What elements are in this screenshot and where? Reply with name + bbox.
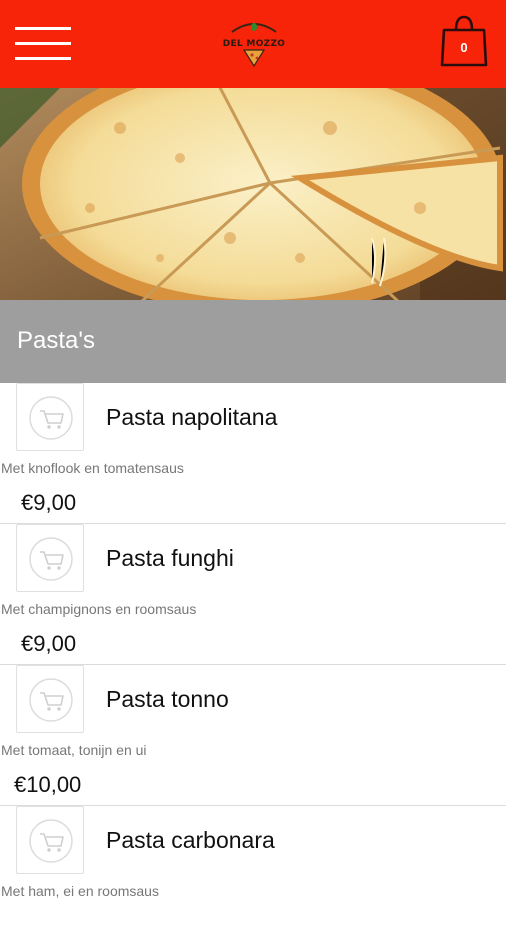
cart-thumbnail-icon[interactable] — [16, 665, 84, 733]
item-description: Met ham, ei en roomsaus — [1, 883, 159, 899]
item-description: Met champignons en roomsaus — [1, 601, 197, 617]
item-name: Pasta carbonara — [106, 827, 275, 853]
cart-thumbnail-icon[interactable] — [16, 383, 84, 451]
menu-item[interactable]: Pasta tonno Met tomaat, tonijn en ui €10… — [0, 665, 506, 806]
cart-thumbnail-icon[interactable] — [16, 524, 84, 592]
top-app-bar: DEL MOZZO 0 — [0, 0, 506, 88]
shopping-bag-icon[interactable]: 0 — [439, 14, 489, 70]
category-header: Pasta's — [0, 300, 506, 383]
item-name: Pasta funghi — [106, 545, 234, 571]
category-title: Pasta's — [17, 327, 95, 354]
item-price: €10,00 — [14, 772, 82, 797]
menu-list: Pasta napolitana Met knoflook en tomaten… — [0, 383, 506, 947]
menu-item[interactable]: Pasta carbonara Met ham, ei en roomsaus — [0, 806, 506, 947]
menu-item[interactable]: Pasta napolitana Met knoflook en tomaten… — [0, 383, 506, 524]
brand-logo[interactable]: DEL MOZZO — [222, 18, 286, 70]
cart-count-badge: 0 — [460, 40, 468, 55]
hero-pizza-image — [0, 88, 506, 300]
item-description: Met tomaat, tonijn en ui — [1, 742, 147, 758]
hamburger-menu-icon[interactable] — [15, 27, 71, 61]
item-description: Met knoflook en tomatensaus — [1, 460, 184, 476]
item-name: Pasta tonno — [106, 686, 229, 712]
item-price: €9,00 — [21, 490, 77, 515]
item-name: Pasta napolitana — [106, 404, 278, 430]
logo-text: DEL MOZZO — [222, 39, 286, 49]
item-price: €9,00 — [21, 631, 77, 656]
cart-thumbnail-icon[interactable] — [16, 806, 84, 874]
menu-item[interactable]: Pasta funghi Met champignons en roomsaus… — [0, 524, 506, 665]
